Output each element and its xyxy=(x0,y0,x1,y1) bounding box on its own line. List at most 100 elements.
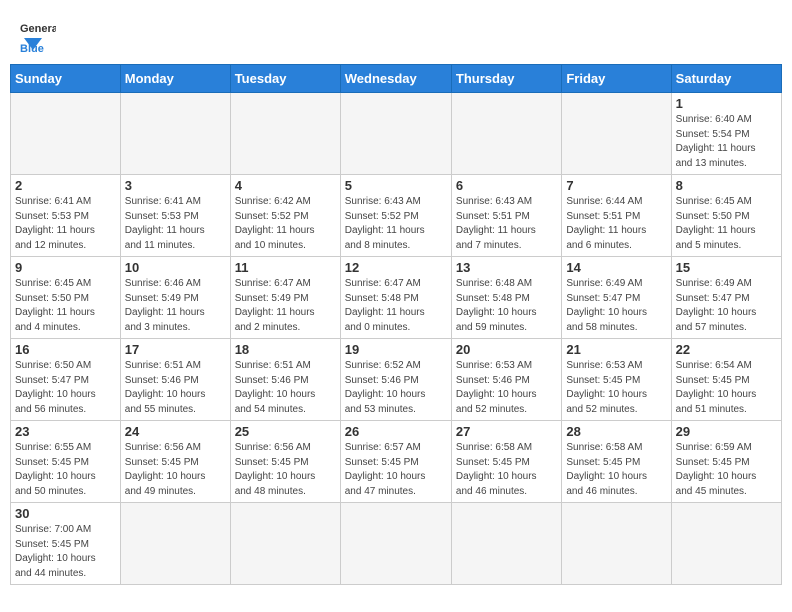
day-info: Sunrise: 6:41 AM Sunset: 5:53 PM Dayligh… xyxy=(125,195,226,253)
empty-day-cell xyxy=(562,93,671,175)
empty-day-cell xyxy=(11,93,121,175)
day-number: 12 xyxy=(345,260,447,275)
empty-day-cell xyxy=(120,503,230,585)
empty-day-cell xyxy=(340,503,451,585)
day-number: 29 xyxy=(676,424,777,439)
day-cell: 2 Sunrise: 6:41 AM Sunset: 5:53 PM Daylig… xyxy=(11,175,121,257)
day-cell: 1 Sunrise: 6:40 AM Sunset: 5:54 PM Daylig… xyxy=(671,93,781,175)
day-number: 30 xyxy=(15,506,116,521)
day-number: 22 xyxy=(676,342,777,357)
day-cell: 14Sunrise: 6:49 AM Sunset: 5:47 PM Dayli… xyxy=(562,257,671,339)
day-info: Sunrise: 6:55 AM Sunset: 5:45 PM Dayligh… xyxy=(15,441,116,499)
day-cell: 5Sunrise: 6:43 AM Sunset: 5:52 PM Daylig… xyxy=(340,175,451,257)
day-cell: 24 Sunrise: 6:56 AM Sunset: 5:45 PM Dayli… xyxy=(120,421,230,503)
empty-day-cell xyxy=(230,503,340,585)
calendar: SundayMondayTuesdayWednesdayThursdayFrid… xyxy=(10,64,782,585)
svg-text:Blue: Blue xyxy=(20,43,44,54)
day-info: Sunrise: 6:52 AM Sunset: 5:46 PM Dayligh… xyxy=(345,359,447,417)
calendar-week-row: 23Sunrise: 6:55 AM Sunset: 5:45 PM Dayli… xyxy=(11,421,782,503)
day-number: 5 xyxy=(345,178,447,193)
weekday-header-row: SundayMondayTuesdayWednesdayThursdayFrid… xyxy=(11,65,782,93)
day-cell: 10Sunrise: 6:46 AM Sunset: 5:49 PM Dayli… xyxy=(120,257,230,339)
day-info: Sunrise: 6:53 AM Sunset: 5:46 PM Dayligh… xyxy=(456,359,557,417)
empty-day-cell xyxy=(562,503,671,585)
calendar-week-row: 2 Sunrise: 6:41 AM Sunset: 5:53 PM Daylig… xyxy=(11,175,782,257)
weekday-saturday: Saturday xyxy=(671,65,781,93)
day-number: 15 xyxy=(676,260,777,275)
empty-day-cell xyxy=(230,93,340,175)
page-header: General Blue xyxy=(10,10,782,58)
day-info: Sunrise: 6:54 AM Sunset: 5:45 PM Dayligh… xyxy=(676,359,777,417)
day-number: 20 xyxy=(456,342,557,357)
day-number: 26 xyxy=(345,424,447,439)
day-number: 16 xyxy=(15,342,116,357)
logo: General Blue xyxy=(20,18,56,54)
day-number: 1 xyxy=(676,96,777,111)
day-cell: 16 Sunrise: 6:50 AM Sunset: 5:47 PM Dayli… xyxy=(11,339,121,421)
day-cell: 23Sunrise: 6:55 AM Sunset: 5:45 PM Dayli… xyxy=(11,421,121,503)
day-cell: 18 Sunrise: 6:51 AM Sunset: 5:46 PM Dayli… xyxy=(230,339,340,421)
day-number: 27 xyxy=(456,424,557,439)
day-cell: 8 Sunrise: 6:45 AM Sunset: 5:50 PM Daylig… xyxy=(671,175,781,257)
day-info: Sunrise: 6:44 AM Sunset: 5:51 PM Dayligh… xyxy=(566,195,666,253)
day-info: Sunrise: 6:40 AM Sunset: 5:54 PM Dayligh… xyxy=(676,113,777,171)
day-info: Sunrise: 6:46 AM Sunset: 5:49 PM Dayligh… xyxy=(125,277,226,335)
day-cell: 30Sunrise: 7:00 AM Sunset: 5:45 PM Dayli… xyxy=(11,503,121,585)
day-cell: 13Sunrise: 6:48 AM Sunset: 5:48 PM Dayli… xyxy=(451,257,561,339)
empty-day-cell xyxy=(451,503,561,585)
day-cell: 22 Sunrise: 6:54 AM Sunset: 5:45 PM Dayli… xyxy=(671,339,781,421)
day-info: Sunrise: 6:50 AM Sunset: 5:47 PM Dayligh… xyxy=(15,359,116,417)
day-info: Sunrise: 6:42 AM Sunset: 5:52 PM Dayligh… xyxy=(235,195,336,253)
day-cell: 11 Sunrise: 6:47 AM Sunset: 5:49 PM Dayli… xyxy=(230,257,340,339)
day-number: 18 xyxy=(235,342,336,357)
day-info: Sunrise: 6:57 AM Sunset: 5:45 PM Dayligh… xyxy=(345,441,447,499)
day-number: 2 xyxy=(15,178,116,193)
day-number: 17 xyxy=(125,342,226,357)
weekday-sunday: Sunday xyxy=(11,65,121,93)
day-info: Sunrise: 6:56 AM Sunset: 5:45 PM Dayligh… xyxy=(235,441,336,499)
day-cell: 9Sunrise: 6:45 AM Sunset: 5:50 PM Daylig… xyxy=(11,257,121,339)
day-cell: 12 Sunrise: 6:47 AM Sunset: 5:48 PM Dayli… xyxy=(340,257,451,339)
day-number: 14 xyxy=(566,260,666,275)
day-info: Sunrise: 6:47 AM Sunset: 5:48 PM Dayligh… xyxy=(345,277,447,335)
day-info: Sunrise: 6:47 AM Sunset: 5:49 PM Dayligh… xyxy=(235,277,336,335)
day-number: 19 xyxy=(345,342,447,357)
calendar-week-row: 1 Sunrise: 6:40 AM Sunset: 5:54 PM Daylig… xyxy=(11,93,782,175)
empty-day-cell xyxy=(451,93,561,175)
day-cell: 17 Sunrise: 6:51 AM Sunset: 5:46 PM Dayli… xyxy=(120,339,230,421)
day-number: 6 xyxy=(456,178,557,193)
weekday-friday: Friday xyxy=(562,65,671,93)
calendar-week-row: 16 Sunrise: 6:50 AM Sunset: 5:47 PM Dayli… xyxy=(11,339,782,421)
day-cell: 3Sunrise: 6:41 AM Sunset: 5:53 PM Daylig… xyxy=(120,175,230,257)
svg-text:General: General xyxy=(20,23,56,35)
day-number: 24 xyxy=(125,424,226,439)
day-cell: 6Sunrise: 6:43 AM Sunset: 5:51 PM Daylig… xyxy=(451,175,561,257)
day-cell: 4 Sunrise: 6:42 AM Sunset: 5:52 PM Daylig… xyxy=(230,175,340,257)
day-info: Sunrise: 6:51 AM Sunset: 5:46 PM Dayligh… xyxy=(235,359,336,417)
day-cell: 21Sunrise: 6:53 AM Sunset: 5:45 PM Dayli… xyxy=(562,339,671,421)
weekday-thursday: Thursday xyxy=(451,65,561,93)
day-cell: 15 Sunrise: 6:49 AM Sunset: 5:47 PM Dayli… xyxy=(671,257,781,339)
day-info: Sunrise: 6:58 AM Sunset: 5:45 PM Dayligh… xyxy=(566,441,666,499)
day-number: 13 xyxy=(456,260,557,275)
calendar-week-row: 9Sunrise: 6:45 AM Sunset: 5:50 PM Daylig… xyxy=(11,257,782,339)
day-info: Sunrise: 6:56 AM Sunset: 5:45 PM Dayligh… xyxy=(125,441,226,499)
empty-day-cell xyxy=(120,93,230,175)
day-number: 8 xyxy=(676,178,777,193)
day-info: Sunrise: 6:51 AM Sunset: 5:46 PM Dayligh… xyxy=(125,359,226,417)
day-number: 28 xyxy=(566,424,666,439)
logo-graphic: General Blue xyxy=(20,18,56,54)
calendar-week-row: 30Sunrise: 7:00 AM Sunset: 5:45 PM Dayli… xyxy=(11,503,782,585)
day-info: Sunrise: 6:41 AM Sunset: 5:53 PM Dayligh… xyxy=(15,195,116,253)
day-info: Sunrise: 6:45 AM Sunset: 5:50 PM Dayligh… xyxy=(676,195,777,253)
empty-day-cell xyxy=(671,503,781,585)
day-cell: 7Sunrise: 6:44 AM Sunset: 5:51 PM Daylig… xyxy=(562,175,671,257)
day-info: Sunrise: 6:49 AM Sunset: 5:47 PM Dayligh… xyxy=(676,277,777,335)
day-number: 4 xyxy=(235,178,336,193)
day-info: Sunrise: 6:59 AM Sunset: 5:45 PM Dayligh… xyxy=(676,441,777,499)
weekday-monday: Monday xyxy=(120,65,230,93)
day-number: 21 xyxy=(566,342,666,357)
day-number: 9 xyxy=(15,260,116,275)
day-number: 11 xyxy=(235,260,336,275)
weekday-wednesday: Wednesday xyxy=(340,65,451,93)
